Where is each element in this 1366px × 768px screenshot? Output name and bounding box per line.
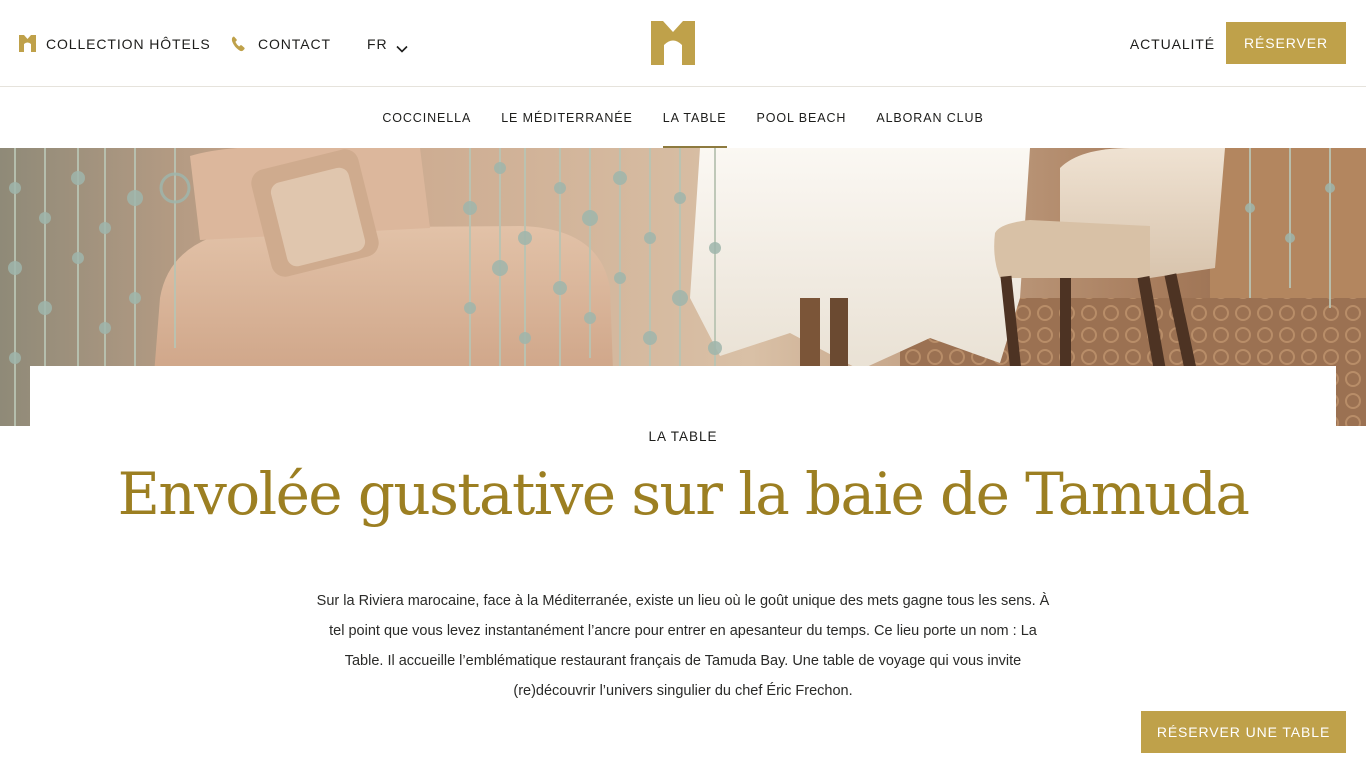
- news-link[interactable]: ACTUALITÉ: [1130, 0, 1215, 87]
- brand-logo[interactable]: [651, 21, 695, 65]
- intro-paragraph: Sur la Riviera marocaine, face à la Médi…: [316, 593, 1050, 699]
- restaurant-subnav: COCCINELLA LE MÉDITERRANÉE LA TABLE POOL…: [0, 87, 1366, 148]
- reserve-table-button[interactable]: RÉSERVER UNE TABLE: [1141, 711, 1346, 753]
- subnav-item-le-mediterranee[interactable]: LE MÉDITERRANÉE: [501, 87, 633, 148]
- collection-hotels-link[interactable]: COLLECTION HÔTELS: [19, 0, 211, 87]
- top-header: COLLECTION HÔTELS CONTACT FR ACTUALITÉ R…: [0, 0, 1366, 87]
- chevron-down-icon: [396, 40, 409, 53]
- reserve-button[interactable]: RÉSERVER: [1226, 22, 1346, 64]
- hotel-logo-icon: [19, 35, 36, 52]
- content-card: LA TABLE Envolée gustative sur la baie d…: [30, 366, 1336, 768]
- collection-hotels-label: COLLECTION HÔTELS: [46, 35, 211, 52]
- subnav-item-pool-beach[interactable]: POOL BEACH: [757, 87, 847, 148]
- page-title: Envolée gustative sur la baie de Tamuda: [117, 460, 1250, 528]
- contact-label: CONTACT: [258, 35, 331, 52]
- contact-link[interactable]: CONTACT: [231, 0, 331, 87]
- section-eyebrow: LA TABLE: [648, 429, 718, 444]
- subnav-item-la-table[interactable]: LA TABLE: [662, 87, 727, 148]
- subnav-item-alboran-club[interactable]: ALBORAN CLUB: [876, 87, 983, 148]
- language-selector[interactable]: FR: [367, 0, 409, 87]
- language-label: FR: [367, 35, 388, 52]
- subnav-item-coccinella[interactable]: COCCINELLA: [382, 87, 471, 148]
- phone-icon: [231, 36, 247, 52]
- news-label: ACTUALITÉ: [1129, 35, 1215, 52]
